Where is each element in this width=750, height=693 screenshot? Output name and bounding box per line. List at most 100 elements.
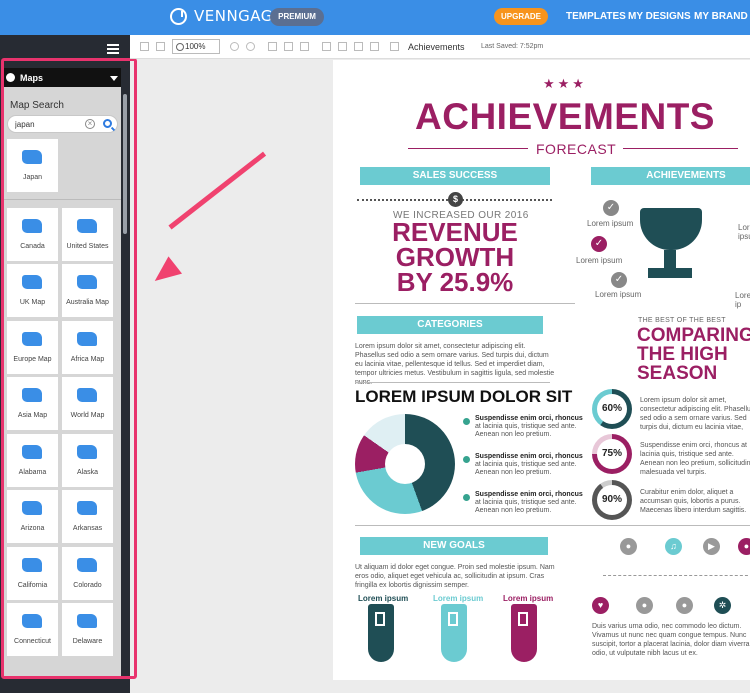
trash-icon[interactable] [390, 42, 399, 51]
compare-headline[interactable]: COMPARING THE HIGH SEASON [637, 326, 750, 383]
nav-my-designs[interactable]: MY DESIGNS [628, 11, 691, 22]
zoom-select[interactable]: 100% [172, 39, 220, 54]
bullet-rest: at lacinia quis, tristique sed ante. Aen… [475, 423, 577, 438]
bring-forward-icon[interactable] [322, 42, 331, 51]
check-icon: ✓ [611, 272, 627, 288]
video-icon: ▶ [703, 538, 720, 555]
trophy-icon [640, 208, 702, 250]
divider [355, 382, 550, 383]
document-title[interactable]: Achievements [408, 42, 465, 52]
goal-pill[interactable] [441, 604, 467, 662]
goal-pill[interactable] [511, 604, 537, 662]
bullet-icon [463, 418, 470, 425]
last-saved: Last Saved: 7:52pm [481, 43, 544, 50]
goals-text[interactable]: Ut aliquam id dolor eget congue. Proin s… [355, 563, 565, 590]
bring-front-icon[interactable] [338, 42, 347, 51]
bullet-bold: Suspendisse enim orci, rhoncus [475, 491, 583, 498]
format-icon[interactable] [140, 42, 149, 51]
check-label: Lorem ipsum [595, 290, 642, 299]
ring-text[interactable]: Curabitur enim dolor, aliquet a accumsan… [640, 488, 750, 515]
microphone-icon: ● [620, 538, 637, 555]
best-label[interactable]: THE BEST OF THE BEST [638, 317, 726, 324]
trophy-base [648, 268, 692, 278]
bookmark-icon [375, 612, 385, 626]
nav-templates[interactable]: TEMPLATES [566, 11, 626, 22]
categories-ribbon[interactable]: CATEGORIES [350, 316, 550, 334]
divider [408, 148, 528, 149]
goal-column-title: Lorem ipsum [433, 594, 484, 603]
achievements-ribbon[interactable]: ACHIEVEMENTS [584, 167, 750, 185]
stars-icon: ★★★ [543, 76, 587, 91]
highlight-box [1, 58, 137, 679]
redo-icon[interactable] [246, 42, 255, 51]
check-label: Lorem ipsum [587, 219, 634, 228]
upgrade-button[interactable]: UPGRADE [494, 8, 548, 25]
copy-icon[interactable] [268, 42, 277, 51]
people-icon: ● [738, 538, 750, 555]
infographic-title[interactable]: ACHIEVEMENTS [415, 96, 715, 138]
ring-value: 75% [597, 439, 627, 469]
divider [355, 525, 750, 526]
hamburger-menu-icon[interactable] [107, 44, 119, 54]
lock-icon[interactable] [284, 42, 293, 51]
bullet-icon [463, 494, 470, 501]
leaf-icon: ● [676, 597, 693, 614]
revenue-line: BY 25.9% [396, 267, 514, 297]
check-icon: ✓ [603, 200, 619, 216]
goal-pill[interactable] [368, 604, 394, 662]
send-backward-icon[interactable] [354, 42, 363, 51]
heart-icon: ♥ [592, 597, 609, 614]
dollar-icon: $ [448, 192, 463, 207]
progress-ring[interactable]: 90% [592, 480, 632, 520]
logo-icon [170, 7, 187, 25]
thumbs-up-icon: ● [636, 597, 653, 614]
send-back-icon[interactable] [370, 42, 379, 51]
check-label: Lorem ipsum [576, 256, 623, 265]
bookmark-icon [518, 612, 528, 626]
premium-badge: PREMIUM [270, 8, 324, 26]
categories-text[interactable]: Lorem ipsum dolor sit amet, consectetur … [355, 342, 555, 387]
design-canvas[interactable]: ★★★ ACHIEVEMENTS FORECAST SALES SUCCESS … [333, 60, 750, 680]
trophy-stem [664, 250, 676, 270]
revenue-headline[interactable]: REVENUE GROWTH BY 25.9% [385, 219, 525, 297]
infographic-subtitle[interactable]: FORECAST [536, 141, 616, 157]
ring-value: 60% [597, 394, 627, 424]
ring-text[interactable]: Suspendisse enim orci, rhoncus at lacini… [640, 441, 750, 477]
sales-ribbon[interactable]: SALES SUCCESS [353, 167, 557, 185]
side-label: Lorem ip [735, 291, 750, 309]
compare-line: SEASON [637, 363, 718, 384]
annotation-arrow [168, 151, 267, 230]
nav-my-brand[interactable]: MY BRAND [694, 11, 748, 22]
bullet-rest: at lacinia quis, tristique sed ante. Aen… [475, 499, 577, 514]
progress-ring[interactable]: 60% [592, 389, 632, 429]
annotation-arrow-head [147, 256, 183, 290]
ring-value: 90% [597, 485, 627, 515]
bullet-item[interactable]: Suspendisse enim orci, rhoncus at lacini… [475, 415, 585, 439]
bullet-icon [463, 456, 470, 463]
gear-icon: ✲ [714, 597, 731, 614]
side-label: Lorem ipsum [738, 223, 750, 241]
music-icon: ♫ [665, 538, 682, 555]
bullet-bold: Suspendisse enim orci, rhoncus [475, 453, 583, 460]
check-icon: ✓ [591, 236, 607, 252]
progress-ring[interactable]: 75% [592, 434, 632, 474]
bullet-item[interactable]: Suspendisse enim orci, rhoncus at lacini… [475, 491, 585, 515]
goals-ribbon[interactable]: NEW GOALS [353, 537, 555, 555]
top-bar: VENNGAGE PREMIUM UPGRADE TEMPLATES MY DE… [0, 0, 750, 35]
undo-icon[interactable] [230, 42, 239, 51]
dashed-line [603, 575, 750, 576]
goal-column-title: Lorem ipsum [358, 594, 409, 603]
venngage-logo[interactable]: VENNGAGE [170, 7, 283, 25]
compare-line: COMPARING [637, 325, 750, 346]
editor-toolbar: 100% Achievements Last Saved: 7:52pm [130, 35, 750, 59]
ring-text[interactable]: Lorem ipsum dolor sit amet, consectetur … [640, 396, 750, 432]
lorem-heading[interactable]: LOREM IPSUM DOLOR SIT [355, 387, 572, 407]
divider [355, 303, 575, 304]
grid-icon[interactable] [156, 42, 165, 51]
bullet-bold: Suspendisse enim orci, rhoncus [475, 415, 583, 422]
footer-text[interactable]: Duis varius urna odio, nec commodo leo d… [592, 622, 750, 658]
unlock-icon[interactable] [300, 42, 309, 51]
divider [623, 148, 738, 149]
compare-line: THE HIGH [637, 344, 728, 365]
bullet-item[interactable]: Suspendisse enim orci, rhoncus at lacini… [475, 453, 585, 477]
